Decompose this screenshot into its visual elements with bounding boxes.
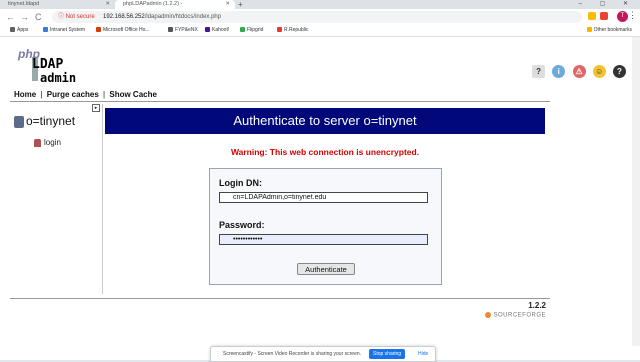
share-message: Screencastify - Screen Video Recorder is… (223, 351, 362, 357)
not-secure-indicator[interactable]: ⓘ Not secure (58, 11, 95, 23)
sidebar-item-login[interactable]: login (34, 138, 61, 147)
hide-button[interactable]: Hide (418, 347, 428, 361)
bookmark-flipgrid[interactable]: Flipgrid (240, 25, 263, 36)
bookmark-favicon (205, 27, 210, 33)
bookmark-favicon (43, 27, 48, 33)
password-field[interactable] (219, 234, 428, 245)
phpldapadmin-logo: php LDAP admin (14, 47, 94, 87)
page-content: php LDAP admin ? i ⚠ ☺ ? Home | Purge ca… (0, 37, 640, 360)
bookmark-intranet[interactable]: Intranet System (43, 25, 85, 36)
login-dn-label: Login DN: (219, 178, 262, 188)
extension-icon[interactable] (600, 12, 608, 20)
bookmark-label: R.Republic (284, 27, 309, 33)
bookmark-label: Other bookmarks (593, 27, 632, 33)
show-cache-link[interactable]: Show Cache (109, 90, 157, 99)
refresh-icon[interactable]: ▸ (92, 104, 100, 112)
divider (10, 298, 550, 299)
debug-icon[interactable]: i (552, 65, 566, 78)
bookmark-label: Kahoot! (212, 27, 230, 33)
logo-admin: admin (40, 71, 77, 85)
login-label: login (44, 138, 61, 147)
server-tree: ▸ o=tinynet login (10, 104, 103, 294)
bookmark-office[interactable]: Microsoft Office Ho... (96, 25, 150, 36)
divider (10, 101, 550, 102)
bookmarks-bar: Apps Intranet System Microsoft Office Ho… (0, 25, 640, 37)
tab-label: tinynet.ldapd (8, 1, 40, 7)
login-dn-field[interactable] (219, 192, 428, 203)
profile-avatar[interactable]: T (617, 11, 628, 22)
bookmark-favicon (277, 27, 282, 33)
bookmark-rrepublic[interactable]: R.Republic (277, 25, 308, 36)
url-path: /ldapadmin/htdocs/index.php (144, 14, 222, 20)
window-controls[interactable]: – ▢ ✕ (579, 0, 636, 9)
bookmark-apps[interactable]: Apps (10, 25, 28, 36)
apps-icon (10, 27, 15, 33)
forward-icon[interactable]: → (20, 11, 29, 23)
address-bar[interactable]: ⓘ Not secure 192.168.56.252/ldapadmin/ht… (52, 11, 582, 23)
home-link[interactable]: Home (14, 90, 36, 99)
bookmark-fyp[interactable]: FYP&eNX (168, 25, 198, 36)
bookmark-favicon (96, 27, 101, 33)
unencrypted-warning: Warning: This web connection is unencryp… (230, 147, 420, 157)
folder-icon (586, 27, 592, 33)
purge-caches-link[interactable]: Purge caches (47, 90, 99, 99)
question-icon[interactable]: ? (613, 65, 626, 78)
top-menu: Home | Purge caches | Show Cache (14, 90, 157, 99)
bookmark-label: Intranet System (50, 27, 86, 33)
bookmark-label: FYP&eNX (175, 27, 198, 33)
sourceforge-logo[interactable]: SOURCEFORGE (485, 312, 546, 319)
bookmark-favicon (168, 27, 173, 33)
scrollbar[interactable] (632, 37, 640, 346)
tab-strip: tinynet.ldapd ✕ phpLDAPadmin (1.2.2) - ✕ … (0, 0, 640, 9)
help-icon[interactable]: ? (532, 65, 546, 78)
close-icon[interactable]: ✕ (225, 0, 230, 9)
sourceforge-icon (485, 312, 492, 318)
tab-label: phpLDAPadmin (1.2.2) - (123, 1, 183, 7)
bookmark-label: Apps (17, 27, 29, 33)
url-host: 192.168.56.252 (103, 14, 145, 20)
login-form: Login DN: Password: Authenticate (209, 168, 442, 285)
bookmark-label: Microsoft Office Ho... (103, 27, 150, 33)
user-icon (34, 138, 41, 147)
top-icons: ? i ⚠ ☺ ? (527, 65, 626, 81)
smile-icon[interactable]: ☺ (592, 65, 606, 78)
new-tab-button[interactable]: + (238, 0, 243, 9)
authenticate-button[interactable]: Authenticate (297, 263, 355, 275)
bookmark-kahoot[interactable]: Kahoot! (205, 25, 229, 36)
bug-icon[interactable]: ⚠ (572, 65, 586, 78)
stop-sharing-button[interactable]: Stop sharing (369, 349, 406, 359)
version-label: 1.2.2 (528, 301, 546, 310)
menu-separator: | (103, 90, 106, 99)
browser-toolbar: ← → C ⓘ Not secure 192.168.56.252/ldapad… (0, 9, 640, 25)
server-node[interactable]: o=tinynet (14, 114, 75, 128)
password-label: Password: (219, 220, 265, 230)
reload-icon[interactable]: C (35, 11, 42, 23)
logo-ldap: LDAP (32, 57, 64, 72)
bookmark-favicon (240, 27, 245, 33)
bookmark-label: Flipgrid (247, 27, 264, 33)
close-icon[interactable]: ✕ (105, 0, 110, 9)
back-icon[interactable]: ← (6, 11, 15, 23)
server-label: o=tinynet (26, 114, 76, 128)
extension-icon[interactable] (588, 12, 596, 20)
page-title: Authenticate to server o=tinynet (105, 108, 545, 134)
server-icon (14, 115, 24, 128)
sourceforge-label: SOURCEFORGE (493, 312, 546, 319)
url-text: 192.168.56.252/ldapadmin/htdocs/index.ph… (103, 11, 221, 23)
tab-phpldapadmin[interactable]: phpLDAPadmin (1.2.2) - ✕ (115, 0, 235, 9)
menu-icon[interactable]: ⋮ (628, 10, 637, 21)
other-bookmarks[interactable]: Other bookmarks (586, 25, 632, 36)
tab-tinynet[interactable]: tinynet.ldapd ✕ (0, 0, 115, 9)
menu-separator: | (40, 90, 43, 99)
